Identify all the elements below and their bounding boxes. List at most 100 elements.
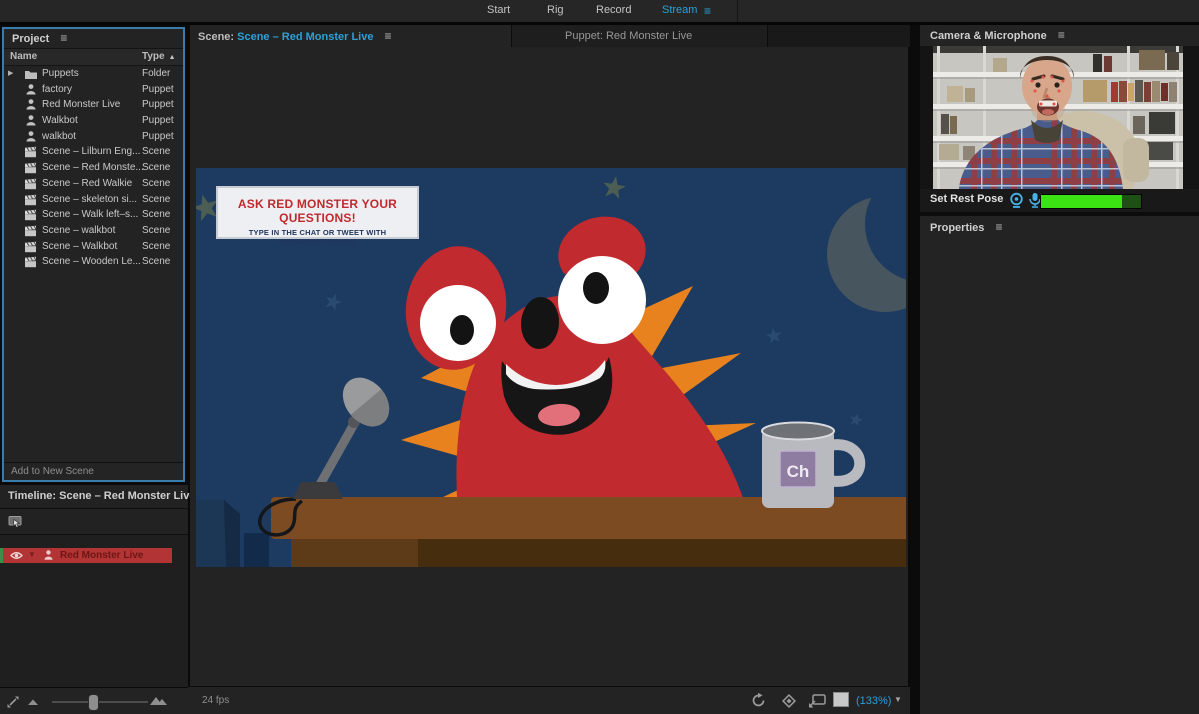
item-type: Scene [142, 146, 170, 157]
item-type: Puppet [142, 99, 174, 110]
track-expand-icon[interactable]: ▼ [28, 550, 36, 559]
project-row[interactable]: Scene – Lilburn Eng... Scene [4, 144, 183, 160]
item-type: Scene [142, 209, 170, 220]
zoom-slider-thumb[interactable] [88, 694, 99, 711]
webcam-video [933, 46, 1183, 189]
project-row[interactable]: walkbot Puppet [4, 129, 183, 145]
panel-menu-icon[interactable]: ≡ [60, 31, 67, 45]
audio-level-peak [1122, 195, 1141, 208]
scene-icon [24, 209, 38, 221]
tab-scene[interactable]: Scene: Scene – Red Monster Live ≡ [188, 25, 512, 47]
column-type[interactable]: Type▲ [142, 49, 176, 66]
scene-icon [24, 178, 38, 190]
item-name: factory [42, 84, 72, 95]
scene-icon [24, 241, 38, 253]
tab-record[interactable]: Record [596, 4, 631, 16]
scene-tab-menu-icon[interactable]: ≡ [385, 29, 392, 43]
project-row[interactable]: Scene – Wooden Le... Scene [4, 254, 183, 270]
audio-level-meter [1040, 194, 1142, 209]
project-row[interactable]: Scene – skeleton si... Scene [4, 192, 183, 208]
item-type: Puppet [142, 84, 174, 95]
snap-mode-icon[interactable] [8, 515, 23, 529]
camera-controls-row: Set Rest Pose [920, 189, 1199, 212]
puppet-icon [26, 131, 36, 143]
fit-view-icon[interactable] [6, 695, 20, 709]
project-column-headers: Name Type▲ [4, 49, 183, 66]
item-name: Scene – Red Monste... [42, 162, 144, 173]
workspace-menu-icon[interactable]: ≡ [704, 4, 711, 18]
item-type: Puppet [142, 115, 174, 126]
zoom-level[interactable]: (133%) [856, 695, 891, 707]
item-name: Scene – Red Walkie [42, 178, 132, 189]
workspace-bar: Start Rig Record Stream ≡ [0, 0, 1199, 25]
webcam-icon[interactable] [1008, 192, 1025, 209]
background-swatch[interactable] [833, 692, 849, 707]
track-red-monster-live[interactable]: ▼ Red Monster Live [0, 548, 172, 563]
project-row[interactable]: Walkbot Puppet [4, 113, 183, 129]
item-name: Scene – Walkbot [42, 241, 117, 252]
zoom-in-mountain-icon[interactable] [150, 695, 168, 706]
zoom-slider-track[interactable] [52, 701, 148, 703]
tab-stream[interactable]: Stream [662, 4, 697, 16]
item-name: Scene – Wooden Le... [42, 256, 141, 267]
scene-icon [24, 256, 38, 268]
panel-menu-icon[interactable]: ≡ [1058, 28, 1065, 42]
scene-canvas[interactable]: Ch ASK RED MONSTER YOUR QUESTIONS! TYPE … [196, 168, 906, 567]
eye-icon[interactable] [10, 551, 23, 560]
item-type: Scene [142, 225, 170, 236]
project-panel-header: Project ≡ [4, 29, 183, 49]
scene-tab-bar: Scene: Scene – Red Monster Live ≡ Puppet… [188, 25, 910, 47]
project-title: Project [12, 33, 49, 45]
timeline-tracks: ▼ Red Monster Live [0, 535, 188, 687]
scene-icon [24, 225, 38, 237]
project-row[interactable]: ▶ Puppets Folder [4, 66, 183, 82]
puppet-icon [26, 115, 36, 127]
screen-cast-icon[interactable] [808, 692, 827, 709]
fps-label: 24 fps [202, 695, 229, 706]
project-row[interactable]: Scene – walkbot Scene [4, 223, 183, 239]
camera-title: Camera & Microphone [930, 30, 1047, 42]
item-name: Puppets [42, 68, 79, 79]
sort-asc-icon: ▲ [169, 54, 176, 61]
puppet-icon [26, 84, 36, 96]
sign-headline: ASK RED MONSTER YOUR QUESTIONS! [218, 197, 417, 225]
zoom-dropdown-icon[interactable]: ▼ [894, 695, 902, 704]
transform-handles-icon[interactable] [780, 692, 798, 710]
timeline-toolbar [0, 509, 188, 535]
scene-icon [24, 162, 38, 174]
tab-start[interactable]: Start [487, 4, 510, 16]
scene-controls-bar: 24 fps (133%) ▼ [188, 686, 910, 714]
tab-rig[interactable]: Rig [547, 4, 564, 16]
tab-puppet[interactable]: Puppet: Red Monster Live [512, 25, 768, 47]
panel-gap [185, 25, 190, 485]
panel-gap [910, 25, 920, 714]
item-type: Scene [142, 162, 170, 173]
refresh-icon[interactable] [750, 692, 767, 709]
project-row[interactable]: Scene – Walk left–s... Scene [4, 207, 183, 223]
project-row[interactable]: Scene – Red Monste... Scene [4, 160, 183, 176]
puppet-icon [44, 550, 53, 561]
project-row[interactable]: factory Puppet [4, 82, 183, 98]
sign-subline: TYPE IN THE CHAT OR TWEET WITH #REDMONST… [218, 228, 417, 246]
project-row[interactable]: Scene – Walkbot Scene [4, 239, 183, 255]
add-to-new-scene-button[interactable]: Add to New Scene [4, 462, 183, 480]
item-name: Scene – walkbot [42, 225, 115, 236]
item-type: Puppet [142, 131, 174, 142]
item-type: Scene [142, 178, 170, 189]
mug-logo: Ch [787, 462, 810, 481]
scene-tab-prefix: Scene: [198, 31, 234, 43]
column-name[interactable]: Name [10, 49, 37, 65]
item-name: Scene – Lilburn Eng... [42, 146, 140, 157]
item-name: Scene – Walk left–s... [42, 209, 138, 220]
zoom-out-mountain-icon[interactable] [28, 698, 40, 706]
project-row[interactable]: Red Monster Live Puppet [4, 97, 183, 113]
project-row[interactable]: Scene – Red Walkie Scene [4, 176, 183, 192]
expand-icon[interactable]: ▶ [8, 69, 13, 77]
item-type: Scene [142, 194, 170, 205]
item-name: Walkbot [42, 115, 78, 126]
puppet-icon [26, 99, 36, 111]
set-rest-pose-button[interactable]: Set Rest Pose [930, 193, 1003, 205]
folder-icon [24, 68, 38, 80]
panel-menu-icon[interactable]: ≡ [995, 220, 1002, 234]
timeline-zoom-bar [0, 687, 188, 714]
